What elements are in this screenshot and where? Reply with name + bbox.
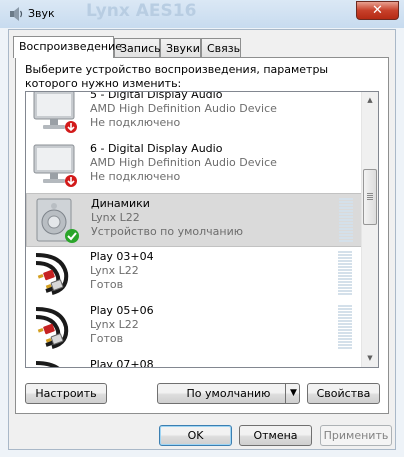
list-item[interactable]: 6 - Digital Display Audio AMD High Defin… bbox=[26, 139, 362, 193]
device-name: Play 07+08 bbox=[90, 358, 154, 368]
apply-button-label: Применить bbox=[323, 429, 389, 442]
disconnected-badge-icon bbox=[65, 175, 77, 187]
device-name: 5 - Digital Display Audio bbox=[90, 91, 223, 101]
scroll-up-icon: ▲ bbox=[367, 96, 373, 104]
level-meter bbox=[339, 198, 353, 244]
device-status: Готов bbox=[90, 332, 124, 345]
instruction-text: Выберите устройство воспроизведения, пар… bbox=[25, 63, 329, 90]
list-item[interactable]: Play 07+08 bbox=[26, 355, 362, 368]
configure-button[interactable]: Настроить bbox=[25, 383, 107, 404]
window-title: Звук bbox=[28, 7, 55, 20]
device-status: Не подключено bbox=[90, 170, 181, 183]
device-name: Play 05+06 bbox=[90, 304, 154, 317]
sound-dialog: Lynx AES16 Звук ✕ Воспроизведение Запись… bbox=[0, 0, 404, 457]
device-name: Play 03+04 bbox=[90, 250, 154, 263]
level-meter bbox=[338, 305, 352, 351]
tab-sounds[interactable]: Звуки bbox=[160, 38, 201, 57]
title-bar[interactable]: Lynx AES16 Звук ✕ bbox=[0, 0, 404, 28]
list-item-selected[interactable]: Динамики Lynx L22 Устройство по умолчани… bbox=[26, 193, 362, 247]
cancel-button[interactable]: Отмена bbox=[239, 425, 312, 446]
ok-button[interactable]: OK bbox=[159, 425, 232, 446]
device-status: Готов bbox=[90, 278, 124, 291]
speaker-app-icon bbox=[10, 7, 23, 21]
monitor-icon bbox=[33, 92, 77, 133]
device-name: 6 - Digital Display Audio bbox=[90, 142, 223, 155]
list-item[interactable]: 5 - Digital Display Audio AMD High Defin… bbox=[26, 91, 362, 139]
tab-communications[interactable]: Связь bbox=[201, 38, 241, 57]
device-description: AMD High Definition Audio Device bbox=[90, 156, 277, 169]
properties-button[interactable]: Свойства bbox=[307, 383, 380, 404]
device-description: Lynx L22 bbox=[91, 211, 140, 224]
device-status: Не подключено bbox=[90, 116, 181, 129]
tab-label: Звуки bbox=[166, 42, 200, 55]
list-item[interactable]: Play 05+06 Lynx L22 Готов bbox=[26, 301, 362, 355]
device-status: Устройство по умолчанию bbox=[91, 225, 244, 238]
list-item[interactable]: Play 03+04 Lynx L22 Готов bbox=[26, 247, 362, 301]
configure-button-label: Настроить bbox=[35, 387, 97, 400]
scroll-down-button[interactable]: ▼ bbox=[362, 350, 378, 367]
tab-label: Воспроизведение bbox=[19, 40, 122, 53]
set-default-button-label: По умолчанию bbox=[186, 387, 271, 400]
grip-icon bbox=[367, 193, 373, 201]
default-check-icon bbox=[65, 229, 79, 243]
monitor-icon bbox=[33, 144, 77, 187]
device-description: Lynx L22 bbox=[90, 318, 139, 331]
device-name: Динамики bbox=[91, 197, 150, 210]
rca-cable-icon bbox=[35, 361, 60, 367]
device-description: AMD High Definition Audio Device bbox=[90, 102, 277, 115]
set-default-split-button[interactable]: По умолчанию ▼ bbox=[157, 383, 300, 404]
rca-cable-icon bbox=[35, 253, 69, 295]
properties-button-label: Свойства bbox=[316, 387, 371, 400]
disconnected-badge-icon bbox=[65, 121, 77, 133]
tab-label: Запись bbox=[120, 42, 161, 55]
chevron-down-icon: ▼ bbox=[290, 388, 297, 398]
close-button[interactable]: ✕ bbox=[356, 1, 399, 20]
device-list-scrollbar[interactable]: ▲ ▼ bbox=[361, 92, 378, 367]
level-meter bbox=[338, 251, 352, 297]
device-list[interactable]: 5 - Digital Display Audio AMD High Defin… bbox=[25, 91, 379, 368]
tab-playback[interactable]: Воспроизведение bbox=[13, 36, 122, 58]
tab-label: Связь bbox=[207, 42, 241, 55]
scroll-up-button[interactable]: ▲ bbox=[362, 92, 378, 109]
ok-button-label: OK bbox=[187, 429, 204, 442]
scroll-thumb[interactable] bbox=[363, 169, 377, 225]
speaker-icon bbox=[36, 198, 79, 243]
set-default-dropdown[interactable]: ▼ bbox=[285, 384, 301, 403]
device-description: Lynx L22 bbox=[90, 264, 139, 277]
apply-button[interactable]: Применить bbox=[320, 425, 392, 446]
scroll-down-icon: ▼ bbox=[367, 354, 373, 362]
background-window-title: Lynx AES16 bbox=[86, 1, 197, 21]
cancel-button-label: Отмена bbox=[253, 429, 298, 442]
close-icon: ✕ bbox=[372, 3, 383, 18]
rca-cable-icon bbox=[35, 307, 69, 349]
